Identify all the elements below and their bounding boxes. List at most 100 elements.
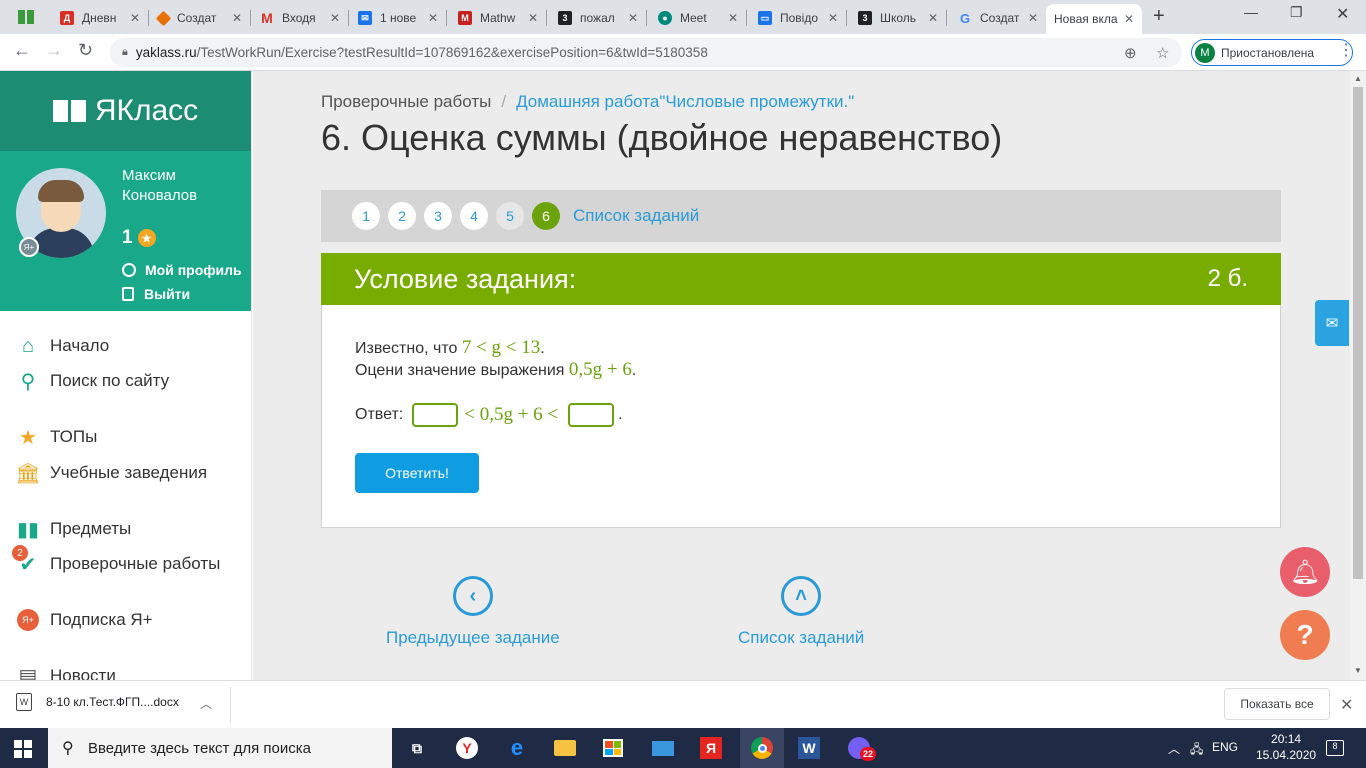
sidebar-item-search[interactable]: ⚲ Поиск по сайту xyxy=(16,370,169,393)
new-tab-button[interactable]: + xyxy=(1153,5,1165,28)
minimize-button[interactable]: — xyxy=(1244,4,1258,20)
browser-tab[interactable]: ● Meet ✕ xyxy=(650,4,746,32)
show-all-button[interactable]: Показать все xyxy=(1224,688,1330,720)
language-indicator[interactable]: ENG xyxy=(1212,740,1238,754)
browser-tab-active[interactable]: Новая вкла ✕ xyxy=(1046,4,1142,34)
address-toolbar: ← → ↻ 🔒︎ yaklass.ru /TestWorkRun/Exercis… xyxy=(0,34,1366,71)
search-icon: ⚲ xyxy=(20,370,36,393)
download-item[interactable]: W 8-10 кл.Тест.ФГП....docx xyxy=(16,693,179,711)
exercise-5-link[interactable]: 5 xyxy=(496,202,524,230)
browser-tab[interactable]: ▭ Повідо ✕ xyxy=(750,4,846,32)
close-icon[interactable]: ✕ xyxy=(428,11,438,25)
action-center-icon[interactable]: 8 xyxy=(1326,738,1344,756)
feedback-mail-button[interactable]: ✉ xyxy=(1315,300,1349,346)
exercise-1-link[interactable]: 1 xyxy=(352,202,380,230)
browser-tab[interactable]: ✉ 1 нове ✕ xyxy=(350,4,446,32)
notifications-button[interactable]: 🔔︎ xyxy=(1280,547,1330,597)
forward-button[interactable]: → xyxy=(45,40,63,61)
viber-icon[interactable]: 22 xyxy=(844,734,876,762)
help-button[interactable]: ? xyxy=(1280,610,1330,660)
browser-tab[interactable]: 3 Школь ✕ xyxy=(850,4,946,32)
close-icon[interactable]: ✕ xyxy=(728,11,738,25)
sidebar-item-schools[interactable]: 🏛︎ Учебные заведения xyxy=(15,462,207,485)
search-placeholder: Введите здесь текст для поиска xyxy=(88,739,311,757)
edge-icon[interactable]: e xyxy=(502,734,532,762)
word-icon[interactable]: W xyxy=(794,734,824,762)
sidebar-item-tops[interactable]: ★ ТОПы xyxy=(16,426,97,449)
sidebar-item-home[interactable]: ⌂ Начало xyxy=(16,335,109,357)
breadcrumb-current[interactable]: Домашняя работа"Числовые промежутки." xyxy=(516,92,854,111)
taskbar-search[interactable]: ⚲ Введите здесь текст для поиска xyxy=(48,728,392,768)
submit-button[interactable]: Ответить! xyxy=(355,453,479,493)
add-icon[interactable]: ⊕ xyxy=(1124,44,1137,62)
tab-group-icon[interactable] xyxy=(18,10,34,24)
sidebar-item-news[interactable]: ▤ Новости xyxy=(16,665,116,681)
file-explorer-icon[interactable] xyxy=(550,734,580,762)
clock[interactable]: 20:14 15.04.2020 xyxy=(1256,731,1316,763)
url-bar[interactable]: 🔒︎ yaklass.ru /TestWorkRun/Exercise?test… xyxy=(110,38,1182,67)
my-profile-link[interactable]: Мой профиль xyxy=(122,262,242,278)
diary-icon: Д xyxy=(60,11,74,25)
reload-button[interactable]: ↻ xyxy=(78,40,93,61)
task-list-bottom-link[interactable]: ˄ Список заданий xyxy=(738,576,864,648)
sidebar-item-subjects[interactable]: ▮▮ Предметы xyxy=(16,518,131,541)
exercise-3-link[interactable]: 3 xyxy=(424,202,452,230)
close-icon[interactable]: ✕ xyxy=(1124,12,1134,26)
sidebar-item-subscription[interactable]: Я+ Подписка Я+ xyxy=(16,609,153,631)
page-scrollbar[interactable]: ▲ ▼ xyxy=(1350,71,1366,680)
answer-lower-input[interactable] xyxy=(412,403,459,427)
scroll-up-icon[interactable]: ▲ xyxy=(1354,74,1362,83)
mail-app-icon[interactable] xyxy=(648,734,678,762)
chevron-up-icon[interactable]: ︿ xyxy=(1168,740,1180,757)
bookmark-star-icon[interactable]: ☆ xyxy=(1156,44,1169,62)
close-icon[interactable]: ✕ xyxy=(528,11,538,25)
close-icon[interactable]: ✕ xyxy=(828,11,838,25)
task-header-title: Условие задания: xyxy=(354,263,577,294)
back-button[interactable]: ← xyxy=(13,40,31,61)
task-list-link[interactable]: Список заданий xyxy=(573,206,699,226)
scrollbar-thumb[interactable] xyxy=(1353,87,1363,579)
profile-status: Приостановлена xyxy=(1221,45,1315,60)
browser-tab[interactable]: Создат ✕ xyxy=(150,4,250,32)
lock-icon[interactable]: 🔒︎ xyxy=(122,46,128,59)
store-icon[interactable] xyxy=(598,734,628,762)
close-window-button[interactable]: ✕ xyxy=(1336,4,1349,24)
close-icon[interactable]: ✕ xyxy=(1028,11,1038,25)
user-points: 1 ★ xyxy=(122,227,156,249)
close-icon[interactable]: ✕ xyxy=(928,11,938,25)
browser-tab[interactable]: Д Дневн ✕ xyxy=(52,4,148,32)
windows-start-icon[interactable] xyxy=(14,740,32,758)
browser-tab[interactable]: M Mathw ✕ xyxy=(450,4,546,32)
url-path: /TestWorkRun/Exercise?testResultId=10786… xyxy=(196,45,708,60)
chevron-up-icon[interactable]: ︿ xyxy=(200,695,212,712)
answer-upper-input[interactable] xyxy=(568,403,615,427)
close-icon[interactable]: ✕ xyxy=(130,11,140,25)
task-view-icon[interactable]: ⧉ xyxy=(402,734,432,762)
close-icon[interactable]: ✕ xyxy=(330,11,340,25)
breadcrumb-root[interactable]: Проверочные работы xyxy=(321,92,491,111)
yandex-icon[interactable]: Я xyxy=(696,734,726,762)
close-icon[interactable]: ✕ xyxy=(628,11,638,25)
close-icon[interactable]: ✕ xyxy=(232,11,242,25)
sidebar-item-tests[interactable]: ✔ 2 Проверочные работы xyxy=(12,545,220,576)
user-name[interactable]: Максим Коновалов xyxy=(122,166,212,206)
menu-dots-icon[interactable]: ⋮ xyxy=(1338,40,1354,60)
exercise-2-link[interactable]: 2 xyxy=(388,202,416,230)
chrome-icon[interactable] xyxy=(740,728,784,768)
logo[interactable]: ЯКласс xyxy=(0,71,251,151)
previous-task-link[interactable]: ‹ Предыдущее задание xyxy=(386,576,560,648)
browser-tab[interactable]: G Создат ✕ xyxy=(950,4,1046,32)
profile-button[interactable]: M Приостановлена xyxy=(1191,39,1353,66)
home-icon: ⌂ xyxy=(21,334,35,357)
logout-link[interactable]: Выйти xyxy=(122,286,190,302)
network-icon[interactable]: 🖧︎ xyxy=(1190,740,1203,761)
browser-tab[interactable]: 3 пожал ✕ xyxy=(550,4,646,32)
browser-tab[interactable]: M Входя ✕ xyxy=(252,4,348,32)
yandex-browser-icon[interactable]: Y xyxy=(452,734,482,762)
restore-button[interactable]: ❐ xyxy=(1290,4,1303,21)
star-icon: ★ xyxy=(19,426,37,449)
scroll-down-icon[interactable]: ▼ xyxy=(1354,666,1362,675)
chevron-up-icon: ˄ xyxy=(781,576,822,616)
exercise-4-link[interactable]: 4 xyxy=(460,202,488,230)
close-icon[interactable]: ✕ xyxy=(1340,695,1353,715)
